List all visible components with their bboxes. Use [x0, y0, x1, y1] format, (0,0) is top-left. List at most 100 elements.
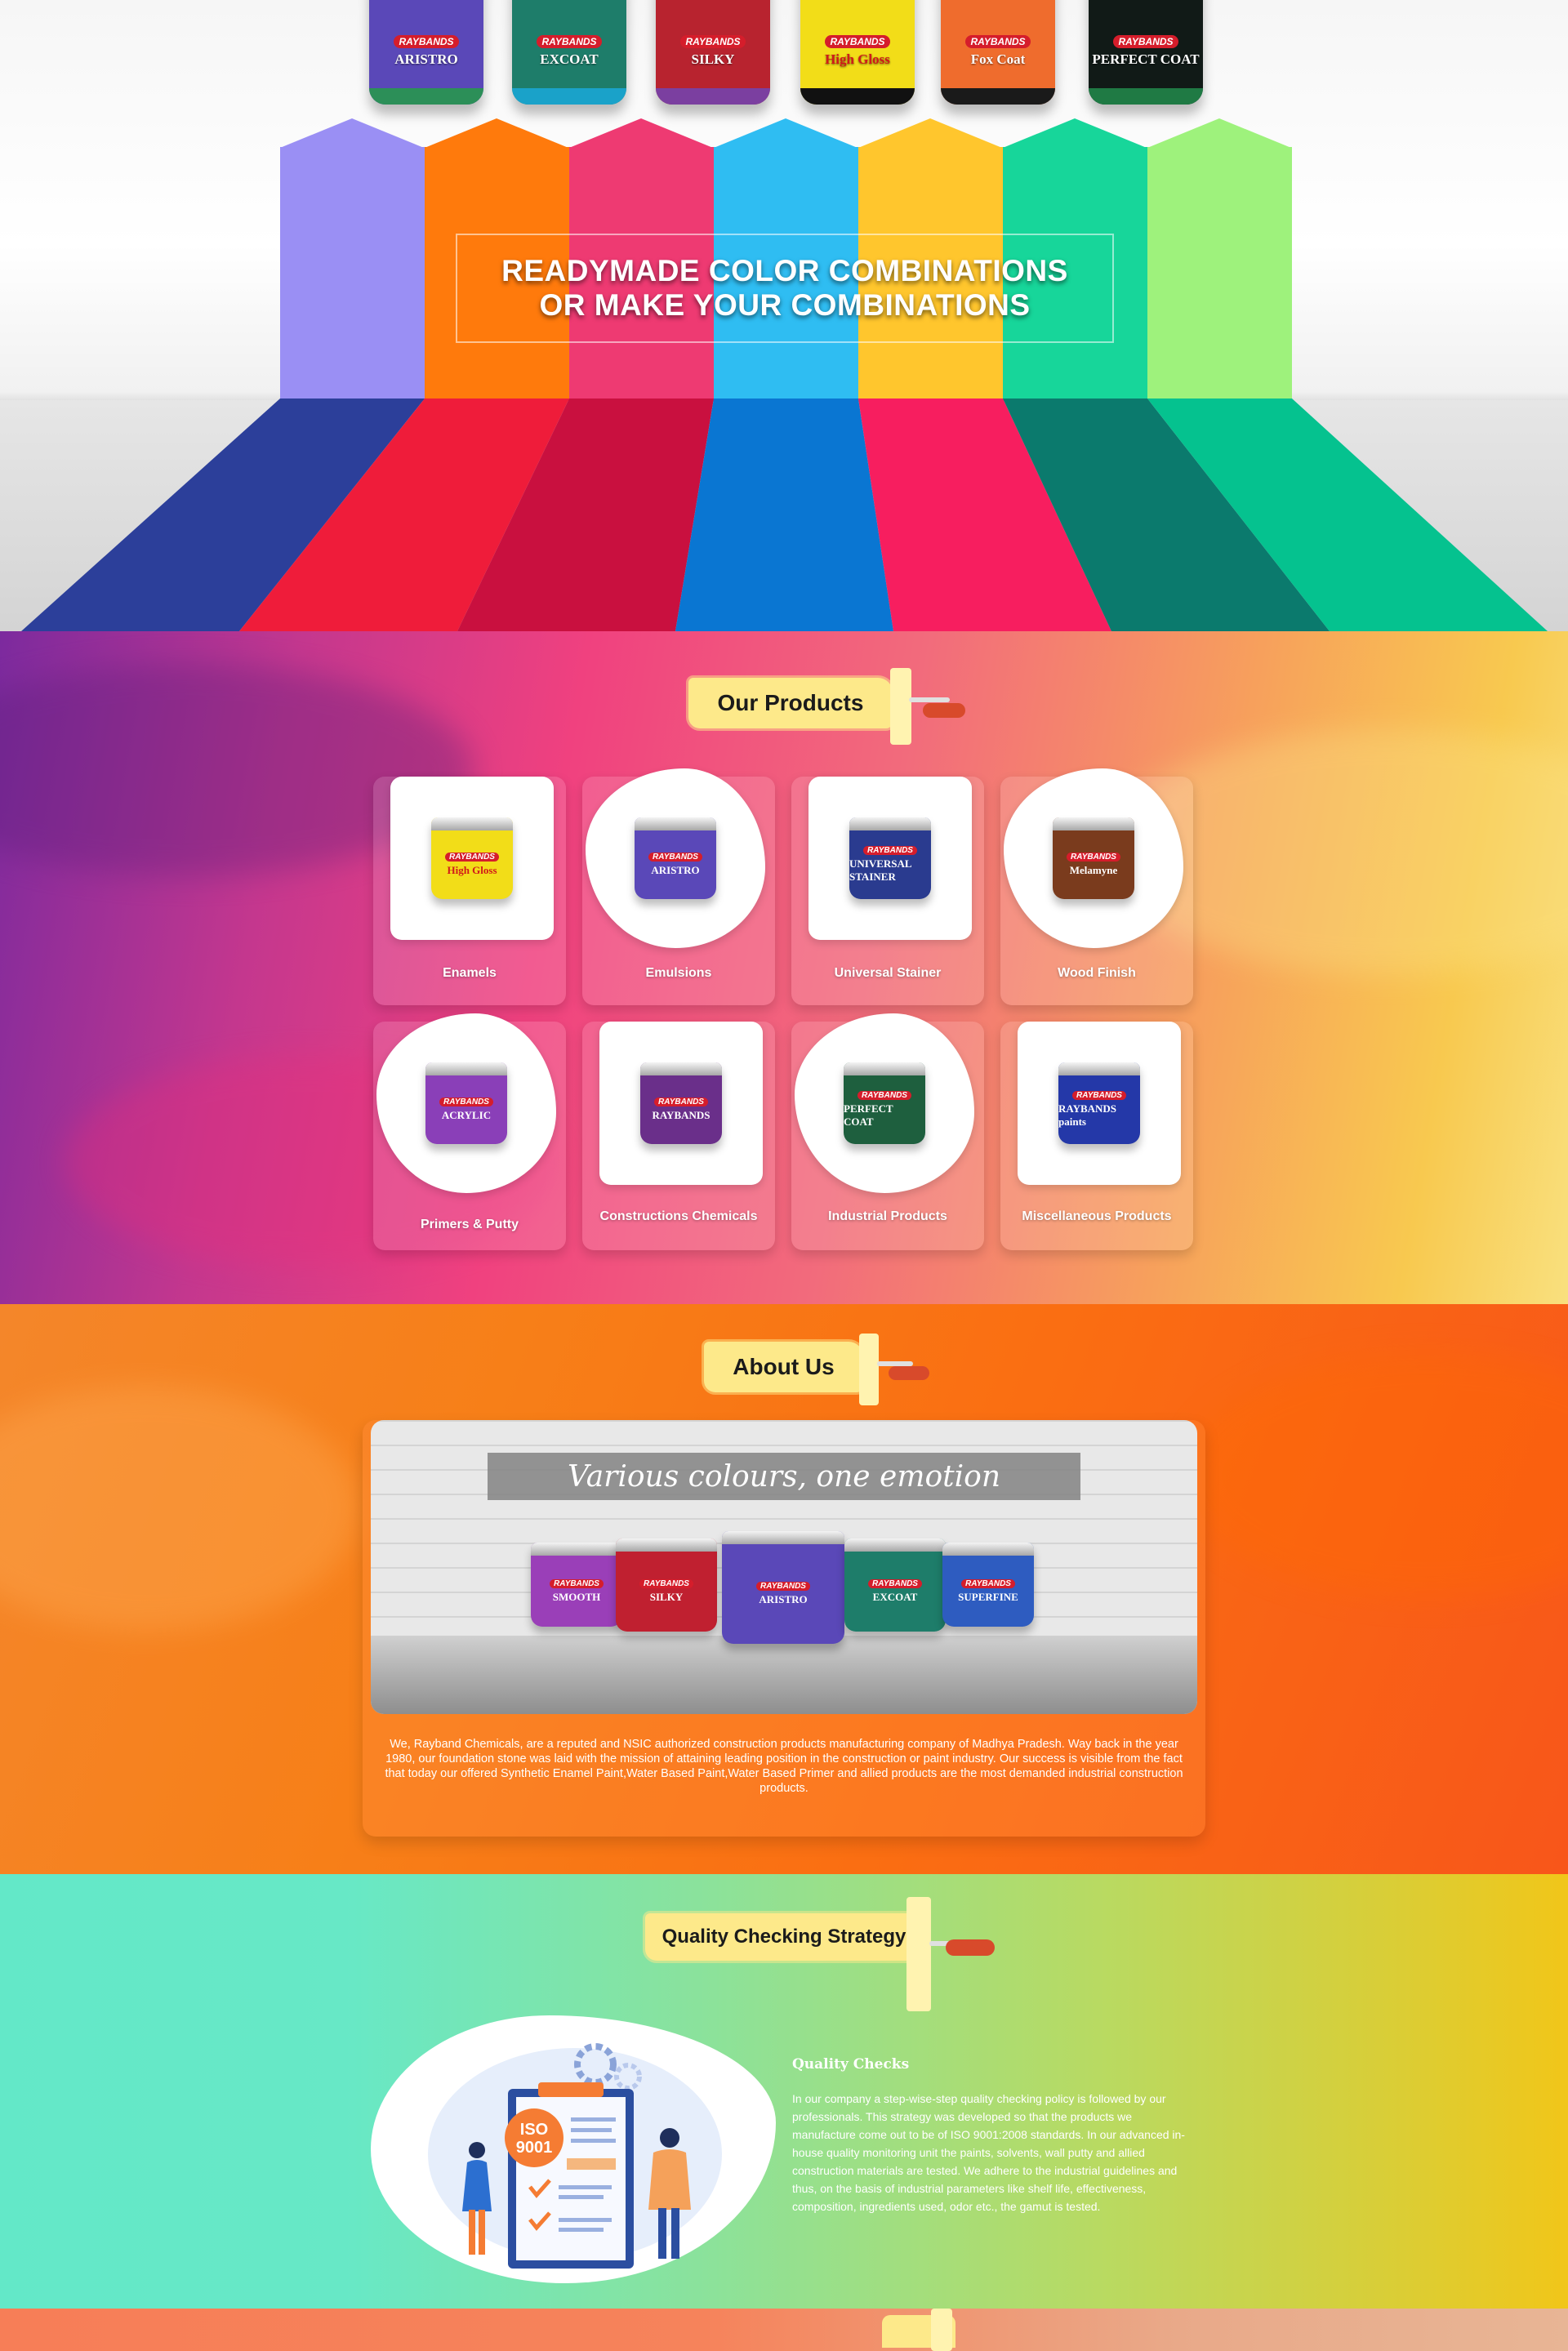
product-card[interactable]: RAYBANDS RAYBANDS Constructions Chemicals — [582, 1022, 775, 1250]
can-name: High Gloss — [447, 864, 497, 876]
product-can-icon: RAYBANDS RAYBANDS paints — [1058, 1062, 1140, 1144]
can-brand: RAYBANDS — [639, 1579, 693, 1589]
product-card[interactable]: RAYBANDS PERFECT COAT Industrial Products — [791, 1013, 984, 1250]
about-heading-label: About Us — [704, 1342, 863, 1392]
can-label: RAYBANDS Melamyne — [1053, 830, 1134, 899]
can-brand: RAYBANDS — [654, 1098, 708, 1106]
can-brand: RAYBANDS — [1113, 35, 1178, 48]
can-brand: RAYBANDS — [863, 846, 917, 855]
paint-streak — [1184, 1353, 1568, 1598]
can-band — [512, 88, 626, 105]
product-label[interactable]: Constructions Chemicals — [582, 1209, 775, 1224]
can-lid — [722, 1531, 844, 1544]
about-image-floor — [371, 1636, 1197, 1714]
can-name: ACRYLIC — [441, 1109, 492, 1121]
can-brand: RAYBANDS — [680, 35, 746, 48]
paint-can: RAYBANDS SILKY — [656, 0, 770, 105]
quality-heading: Quality Checking Strategy — [645, 1890, 1037, 2011]
can-label: RAYBANDS RAYBANDS — [640, 1075, 722, 1144]
product-card[interactable]: RAYBANDS Melamyne Wood Finish — [1000, 768, 1193, 1005]
can-name: SUPERFINE — [958, 1590, 1018, 1603]
product-card[interactable]: RAYBANDS ARISTRO Emulsions — [582, 768, 775, 1005]
roller-grip-icon — [946, 1939, 995, 1956]
product-label[interactable]: Emulsions — [582, 966, 775, 981]
product-can-icon: RAYBANDS ACRYLIC — [425, 1062, 507, 1144]
product-label[interactable]: Miscellaneous Products — [1000, 1209, 1193, 1224]
about-heading: About Us — [704, 1334, 965, 1415]
can-brand: RAYBANDS — [965, 35, 1031, 48]
product-image[interactable]: RAYBANDS High Gloss — [390, 777, 554, 940]
can-label: RAYBANDS EXCOAT — [844, 1552, 946, 1632]
can-brand: RAYBANDS — [868, 1579, 922, 1589]
roller-icon — [890, 668, 911, 745]
product-can-icon: RAYBANDS ARISTRO — [635, 817, 716, 899]
paint-streak — [0, 1386, 359, 1631]
product-can-icon: RAYBANDS High Gloss — [431, 817, 513, 899]
quality-description: In our company a step-wise-step quality … — [792, 2092, 1185, 2213]
product-card[interactable]: RAYBANDS ACRYLIC Primers & Putty — [373, 1013, 566, 1250]
color-stripe — [280, 147, 425, 401]
quality-subtitle: Quality Checks — [792, 2056, 910, 2073]
can-label: RAYBANDS ACRYLIC — [425, 1075, 507, 1144]
stripe-arrow — [1003, 118, 1147, 148]
can-brand: RAYBANDS — [858, 1091, 911, 1100]
can-name: ARISTRO — [394, 51, 458, 67]
can-lid — [616, 1538, 717, 1552]
product-image[interactable]: RAYBANDS ACRYLIC — [376, 1013, 556, 1193]
products-heading-label: Our Products — [688, 678, 893, 728]
product-label[interactable]: Industrial Products — [791, 1209, 984, 1224]
can-brand: RAYBANDS — [439, 1098, 493, 1106]
can-name: EXCOAT — [872, 1591, 918, 1604]
product-image[interactable]: RAYBANDS UNIVERSAL STAINER — [808, 777, 972, 940]
floor-stripes — [21, 399, 1548, 631]
stripe-arrow — [569, 118, 713, 148]
can-name: PERFECT COAT — [1092, 51, 1200, 67]
can-name: High Gloss — [825, 51, 890, 67]
hero-headline-line2: OR MAKE YOUR COMBINATIONS — [539, 288, 1031, 322]
can-name: EXCOAT — [540, 51, 599, 67]
product-card[interactable]: RAYBANDS High Gloss Enamels — [373, 777, 566, 1005]
can-name: ARISTRO — [759, 1593, 808, 1605]
product-can-icon: RAYBANDS PERFECT COAT — [844, 1062, 925, 1144]
can-name: SMOOTH — [552, 1590, 601, 1603]
can-label: RAYBANDS High Gloss — [431, 830, 513, 899]
can-lid — [640, 1062, 722, 1075]
color-stripe — [1147, 147, 1292, 401]
roller-grip-icon — [889, 1366, 929, 1380]
stripe-arrow — [858, 118, 1002, 148]
product-label[interactable]: Enamels — [373, 966, 566, 981]
can-brand: RAYBANDS — [825, 35, 890, 48]
can-brand: RAYBANDS — [537, 35, 602, 48]
product-image[interactable]: RAYBANDS Melamyne — [1004, 768, 1183, 948]
hero-banner: RAYBANDS ARISTRO RAYBANDS EXCOAT RAYBANDS SIL… — [0, 0, 1568, 631]
can-brand: RAYBANDS — [961, 1578, 1015, 1588]
product-image[interactable]: RAYBANDS RAYBANDS — [599, 1022, 763, 1185]
can-lid — [1058, 1062, 1140, 1075]
can-lid — [425, 1062, 507, 1075]
about-banner-text: Various colours, one emotion — [488, 1453, 1080, 1500]
about-section: About Us Various colours, one emotion RA… — [0, 1304, 1568, 1874]
can-lid — [942, 1543, 1034, 1556]
product-label[interactable]: Wood Finish — [1000, 966, 1193, 981]
paint-can: RAYBANDS ARISTRO — [369, 0, 483, 105]
product-label[interactable]: Primers & Putty — [373, 1218, 566, 1232]
can-brand: RAYBANDS — [756, 1582, 810, 1591]
paint-can: RAYBANDS PERFECT COAT — [1089, 0, 1203, 105]
product-label[interactable]: Universal Stainer — [791, 966, 984, 981]
product-image[interactable]: RAYBANDS PERFECT COAT — [795, 1013, 974, 1193]
quality-heading-label: Quality Checking Strategy — [645, 1913, 923, 1961]
can-name: RAYBANDS paints — [1058, 1102, 1117, 1128]
product-image[interactable]: RAYBANDS RAYBANDS paints — [1018, 1022, 1181, 1185]
can-label: RAYBANDS ARISTRO — [635, 830, 716, 899]
product-card[interactable]: RAYBANDS RAYBANDS paints Miscellaneous Pro… — [1000, 1022, 1193, 1250]
stripe-arrow — [280, 118, 424, 148]
hero-headline-box: READYMADE COLOR COMBINATIONS OR MAKE YOU… — [456, 234, 1114, 343]
iso-badge-line2: 9001 — [516, 2139, 553, 2157]
can-name: RAYBANDS — [652, 1109, 710, 1121]
roller-icon — [859, 1334, 879, 1405]
product-image[interactable]: RAYBANDS ARISTRO — [586, 768, 765, 948]
stripe-arrow — [1147, 118, 1291, 148]
can-lid — [844, 1062, 925, 1075]
product-card[interactable]: RAYBANDS UNIVERSAL STAINER Universal Stain… — [791, 777, 984, 1005]
roller-handle-icon — [909, 697, 950, 702]
